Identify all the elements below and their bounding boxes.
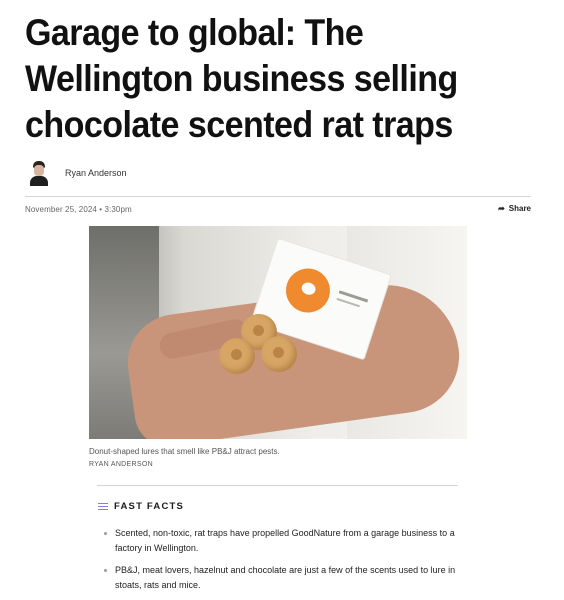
divider: [25, 196, 531, 197]
byline: Ryan Anderson: [28, 160, 127, 186]
publish-date: November 25, 2024 • 3:30pm: [25, 205, 132, 214]
fast-facts-title: FAST FACTS: [114, 501, 185, 512]
share-button[interactable]: ➦ Share: [498, 204, 531, 213]
photo-caption: Donut-shaped lures that smell like PB&J …: [89, 447, 280, 456]
list-item: PB&J, meat lovers, hazelnut and chocolat…: [104, 563, 464, 593]
list-icon: [98, 502, 108, 511]
share-arrow-icon: ➦: [498, 204, 505, 213]
article-headline: Garage to global: The Wellington busines…: [25, 12, 458, 145]
author-name[interactable]: Ryan Anderson: [65, 168, 127, 178]
fast-facts-header: FAST FACTS: [98, 501, 184, 512]
article-photo: [89, 226, 467, 439]
share-label: Share: [508, 204, 531, 213]
lure: [219, 338, 255, 374]
lure: [261, 336, 297, 372]
divider: [97, 485, 458, 486]
author-avatar[interactable]: [28, 160, 50, 186]
fast-facts-list: Scented, non-toxic, rat traps have prope…: [104, 526, 464, 600]
photo-credit: RYAN ANDERSON: [89, 461, 153, 468]
list-item: Scented, non-toxic, rat traps have prope…: [104, 526, 464, 556]
